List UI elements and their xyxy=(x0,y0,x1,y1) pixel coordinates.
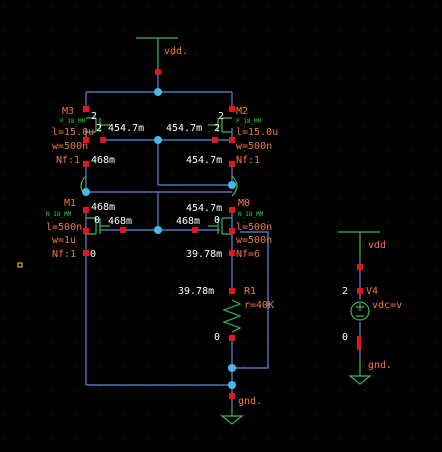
m3-gate-2: 2 xyxy=(96,123,102,134)
vdd-label-right: vdd xyxy=(368,240,386,251)
node-m0-source: 39.78m xyxy=(186,249,222,260)
m2-w: w=500n xyxy=(236,141,272,152)
m0-nf: Nf=6 xyxy=(236,249,260,260)
m2-model: P_18_MM xyxy=(236,118,262,125)
m0-model: N_18_MM xyxy=(238,211,264,218)
m1-name: M1 xyxy=(64,198,76,209)
m1-nf: Nf:1 xyxy=(52,249,76,260)
node-m1-drain: 468m xyxy=(91,202,115,213)
node-m3-drain: 468m xyxy=(91,155,115,166)
m1-w: w=1u xyxy=(52,235,76,246)
node-m2-drain: 454.7m xyxy=(186,155,222,166)
m1-model: N_18_MM xyxy=(46,211,72,218)
m0-w: w=500n xyxy=(236,235,272,246)
m0-l: l=500n xyxy=(236,222,272,233)
marker-square-icon[interactable] xyxy=(17,262,23,268)
gnd-label-right: gnd. xyxy=(368,360,392,371)
schematic-canvas[interactable]: vdd. gnd. vdd gnd. M3 P_18_MM l=15.0u w=… xyxy=(0,0,442,452)
v4-pin-2: 2 xyxy=(342,286,348,297)
m3-model: P_18_MM xyxy=(60,118,86,125)
schematic-svg: vdd. gnd. vdd gnd. M3 P_18_MM l=15.0u w=… xyxy=(4,6,437,439)
m3-w: w=500n xyxy=(52,141,88,152)
r1-name: R1 xyxy=(244,286,256,297)
m1-pin-0: 0 xyxy=(94,215,100,226)
m2-gate-2: 2 xyxy=(214,123,220,134)
m0-name: M0 xyxy=(238,198,250,209)
m2-nf: Nf:1 xyxy=(236,155,260,166)
v4-vdc: vdc=v xyxy=(372,300,402,311)
node-gate-left: 454.7m xyxy=(108,123,144,134)
m2-l: l=15.0u xyxy=(236,127,278,138)
v4-pin-0: 0 xyxy=(342,332,348,343)
m3-name: M3 xyxy=(62,106,74,117)
node-gate-right: 454.7m xyxy=(166,123,202,134)
m3-pin-2: 2 xyxy=(91,111,97,122)
m3-nf: Nf:1 xyxy=(56,155,80,166)
m3-l: l=15.0u xyxy=(52,127,94,138)
node-gate-m0: 468m xyxy=(176,216,200,227)
node-gate-m1: 468m xyxy=(108,216,132,227)
r1-value: r=40K xyxy=(244,300,274,311)
m2-name: M2 xyxy=(236,106,248,117)
m2-pin-2: 2 xyxy=(218,111,224,122)
junction-dots xyxy=(82,88,236,389)
node-r1-bottom: 0 xyxy=(214,332,220,343)
v4-name: V4 xyxy=(366,286,378,297)
m1-source-0: 0 xyxy=(90,249,96,260)
node-m0-drain: 454.7m xyxy=(186,203,222,214)
gnd-label-bottom: gnd. xyxy=(238,396,262,407)
node-r1-top: 39.78m xyxy=(178,286,214,297)
m1-l: l=500n xyxy=(46,222,82,233)
m0-pin-0: 0 xyxy=(214,215,220,226)
vdd-label-top: vdd. xyxy=(164,46,188,57)
